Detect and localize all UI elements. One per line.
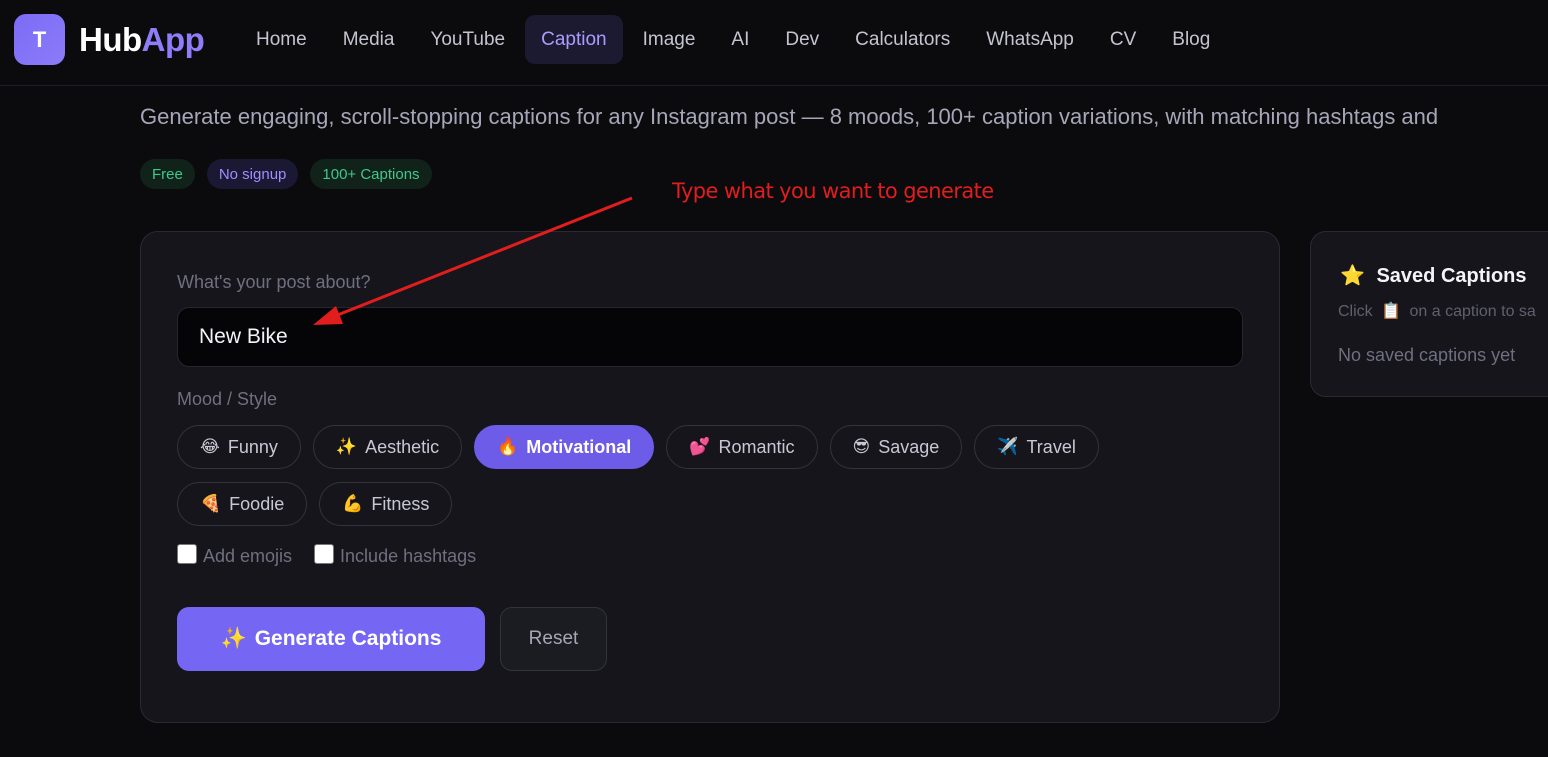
include-hashtags-option[interactable]: Include hashtags (314, 543, 477, 567)
badge-free: Free (140, 159, 195, 189)
nav-image[interactable]: Image (627, 15, 712, 64)
logo-icon[interactable]: T (14, 14, 65, 65)
laughing-face-icon: 😂 (200, 437, 220, 456)
mood-label: Mood / Style (177, 389, 278, 409)
saved-captions-empty: No saved captions yet (1338, 345, 1516, 365)
nav-cv[interactable]: CV (1094, 15, 1152, 64)
mood-funny[interactable]: 😂 Funny (177, 425, 301, 469)
mood-options: 😂 Funny ✨ Aesthetic 🔥 Motivational 💕 Rom… (177, 425, 1177, 539)
feature-badges: Free No signup 100+ Captions (140, 159, 444, 189)
sparkles-icon: ✨ (335, 437, 358, 456)
page-description: Generate engaging, scroll-stopping capti… (140, 104, 1439, 129)
logo-letter: T (32, 26, 47, 52)
add-emojis-option[interactable]: Add emojis (177, 543, 293, 567)
mood-savage[interactable]: 😎 Savage (829, 425, 963, 469)
mood-romantic[interactable]: 💕 Romantic (666, 425, 818, 469)
nav-caption[interactable]: Caption (525, 15, 623, 64)
sunglasses-face-icon: 😎 (852, 437, 871, 456)
pizza-icon: 🍕 (200, 494, 222, 513)
nav-blog[interactable]: Blog (1156, 15, 1226, 64)
add-emojis-label: Add emojis (203, 546, 293, 566)
brand-name-app: App (141, 21, 205, 58)
nav-whatsapp[interactable]: WhatsApp (970, 15, 1090, 64)
airplane-icon: ✈️ (997, 437, 1019, 456)
clipboard-icon: 📋 (1381, 303, 1402, 320)
badge-captions-count: 100+ Captions (310, 159, 432, 189)
page: T HubApp Home Media YouTube Caption Imag… (0, 0, 1548, 757)
add-emojis-checkbox[interactable] (177, 543, 197, 564)
post-topic-input[interactable] (177, 307, 1243, 367)
badge-no-signup: No signup (206, 159, 299, 189)
mood-label-savage: Savage (878, 436, 940, 457)
flexed-biceps-icon: 💪 (342, 494, 364, 513)
mood-label-motivational: Motivational (526, 436, 632, 457)
saved-captions-title: ⭐ Saved Captions (1340, 263, 1527, 288)
include-hashtags-label: Include hashtags (340, 546, 477, 566)
caption-generator-card: What's your post about? Mood / Style 😂 F… (140, 231, 1280, 723)
nav-youtube[interactable]: YouTube (414, 15, 521, 64)
nav-home[interactable]: Home (240, 15, 323, 64)
star-icon: ⭐ (1340, 265, 1365, 287)
hearts-icon: 💕 (689, 437, 711, 456)
saved-hint-suffix: on a caption to sa (1409, 303, 1536, 320)
annotation-text: Type what you want to generate (672, 179, 994, 203)
post-topic-label: What's your post about? (177, 272, 371, 292)
nav-media[interactable]: Media (327, 15, 411, 64)
saved-captions-panel: ⭐ Saved Captions Click 📋 on a caption to… (1310, 231, 1548, 397)
main-nav: Home Media YouTube Caption Image AI Dev … (240, 15, 1230, 64)
mood-label-funny: Funny (227, 436, 278, 457)
reset-button[interactable]: Reset (500, 607, 607, 671)
generate-captions-label: Generate Captions (254, 627, 442, 650)
nav-dev[interactable]: Dev (769, 15, 835, 64)
nav-ai[interactable]: AI (715, 15, 765, 64)
include-hashtags-checkbox[interactable] (314, 543, 335, 564)
options-row: Add emojis Include hashtags (177, 543, 498, 567)
mood-foodie[interactable]: 🍕 Foodie (177, 482, 308, 526)
fire-icon: 🔥 (497, 437, 519, 456)
brand-name[interactable]: HubApp (79, 20, 205, 60)
mood-label-romantic: Romantic (718, 436, 795, 457)
mood-fitness[interactable]: 💪 Fitness (319, 482, 453, 526)
brand-name-hub: Hub (79, 21, 142, 58)
mood-label-foodie: Foodie (229, 493, 285, 514)
mood-label-fitness: Fitness (371, 493, 430, 514)
mood-label-travel: Travel (1026, 436, 1076, 457)
nav-calculators[interactable]: Calculators (839, 15, 966, 64)
saved-captions-hint: Click 📋 on a caption to sa (1338, 301, 1536, 321)
saved-hint-prefix: Click (1338, 303, 1373, 320)
generate-captions-button[interactable]: ✨ Generate Captions (177, 607, 485, 671)
mood-label-aesthetic: Aesthetic (365, 436, 440, 457)
mood-motivational[interactable]: 🔥 Motivational (474, 425, 655, 469)
mood-aesthetic[interactable]: ✨ Aesthetic (312, 425, 463, 469)
mood-travel[interactable]: ✈️ Travel (974, 425, 1099, 469)
sparkles-icon: ✨ (220, 627, 247, 650)
top-navbar: T HubApp Home Media YouTube Caption Imag… (0, 0, 1548, 86)
saved-captions-heading: Saved Captions (1376, 265, 1527, 287)
